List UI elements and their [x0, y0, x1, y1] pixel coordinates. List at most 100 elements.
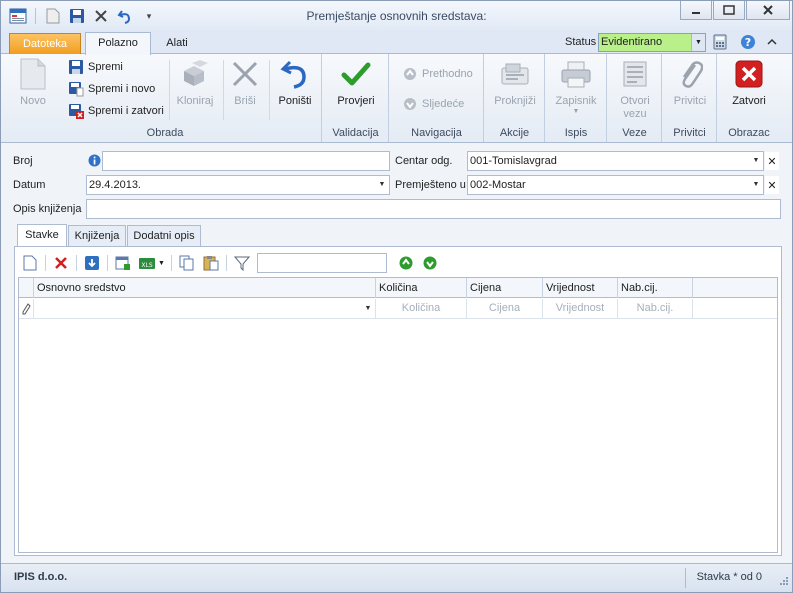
- broj-field[interactable]: [102, 151, 390, 171]
- collapse-ribbon-icon[interactable]: [767, 36, 777, 48]
- proknjizi-button[interactable]: Proknjiži: [491, 58, 539, 108]
- grid-header: Osnovno sredstvo Količina Cijena Vrijedn…: [19, 278, 777, 298]
- new-row-icon[interactable]: [21, 254, 39, 272]
- sljedece-button[interactable]: Sljedeće: [402, 94, 464, 114]
- ponisti-label: Poništi: [278, 95, 312, 107]
- zapisnik-button[interactable]: Zapisnik ▼: [550, 58, 602, 116]
- group-obrazac: Zatvori Obrazac: [718, 54, 780, 142]
- spremi-i-novo-button[interactable]: Spremi i novo: [68, 79, 155, 99]
- zatvori-button[interactable]: Zatvori: [726, 58, 772, 108]
- premjesteno-combo[interactable]: 002-Mostar ▼: [467, 175, 764, 195]
- status-dropdown[interactable]: Evidentirano ▼: [598, 33, 706, 52]
- col-cijena[interactable]: Cijena: [467, 278, 543, 298]
- vrijednost-cell[interactable]: Vrijednost: [543, 299, 618, 319]
- spremi-i-novo-label: Spremi i novo: [88, 83, 156, 95]
- divider: [223, 60, 224, 120]
- opis-field[interactable]: [86, 199, 781, 219]
- divider: [107, 255, 108, 271]
- spremi-i-zatvori-button[interactable]: Spremi i zatvori: [68, 101, 164, 121]
- novo-button[interactable]: Novo: [15, 58, 51, 108]
- move-up-icon[interactable]: [397, 254, 415, 272]
- calculator-icon[interactable]: [713, 34, 727, 53]
- clear-premjesteno-icon[interactable]: ✕: [765, 176, 779, 194]
- move-down-icon[interactable]: [421, 254, 439, 272]
- printer-icon: [560, 58, 592, 90]
- clear-centar-icon[interactable]: ✕: [765, 152, 779, 170]
- arrow-up-icon: [402, 66, 418, 82]
- col-nab-cij[interactable]: Nab.cij.: [618, 278, 693, 298]
- nab-cij-cell[interactable]: Nab.cij.: [618, 299, 693, 319]
- vezu-label: vezu: [623, 108, 647, 120]
- broj-label: Broj: [13, 155, 33, 167]
- kloniraj-button[interactable]: Kloniraj: [173, 58, 217, 108]
- prethodno-button[interactable]: Prethodno: [402, 64, 473, 84]
- arrow-down-icon: [402, 96, 418, 112]
- col-vrijednost[interactable]: Vrijednost: [543, 278, 618, 298]
- spremi-button[interactable]: Spremi: [68, 57, 123, 77]
- group-label: Akcije: [499, 127, 530, 139]
- provjeri-label: Provjeri: [337, 95, 375, 107]
- tab-knjizenja[interactable]: Knjiženja: [68, 225, 126, 246]
- col-osnovno-sredstvo[interactable]: Osnovno sredstvo: [34, 278, 376, 298]
- divider: [45, 255, 46, 271]
- export-excel-icon[interactable]: XLS: [138, 254, 156, 272]
- tab-tools[interactable]: Alati: [155, 33, 199, 54]
- close-window-icon[interactable]: [746, 1, 790, 20]
- premjesteno-label: Premješteno u: [395, 179, 466, 191]
- brisi-button[interactable]: Briši: [227, 58, 263, 108]
- delete-row-icon[interactable]: [52, 254, 70, 272]
- tab-home[interactable]: Polazno: [85, 32, 151, 55]
- kolicina-cell[interactable]: Količina: [376, 299, 467, 319]
- import-icon[interactable]: [83, 254, 101, 272]
- datum-field[interactable]: 29.4.2013. ▼: [86, 175, 390, 195]
- minimize-icon[interactable]: [680, 1, 712, 20]
- check-icon: [340, 58, 372, 90]
- resize-grip-icon[interactable]: [779, 576, 789, 589]
- sljedece-label: Sljedeće: [422, 98, 465, 110]
- tab-dodatni-opis[interactable]: Dodatni opis: [127, 225, 201, 246]
- datum-value: 29.4.2013.: [89, 179, 141, 191]
- help-icon[interactable]: ?: [740, 34, 756, 53]
- chevron-down-icon[interactable]: ▼: [158, 260, 165, 267]
- title-bar: ▾ Premještanje osnovnih sredstava:: [1, 1, 792, 31]
- close-icon: [733, 58, 765, 90]
- chevron-down-icon[interactable]: ▼: [749, 176, 763, 194]
- stavke-panel: XLS ▼ Osnovno sredstvo Količina Cijena V…: [14, 246, 782, 556]
- tab-stavke[interactable]: Stavke: [17, 224, 67, 246]
- app-window: ▾ Premještanje osnovnih sredstava: Datot…: [0, 0, 793, 593]
- chevron-down-icon[interactable]: ▼: [361, 299, 375, 318]
- novo-label: Novo: [20, 95, 46, 107]
- ribbon-tabs: Datoteka Polazno Alati Status Evidentira…: [1, 31, 792, 55]
- grid-search-input[interactable]: [256, 253, 387, 273]
- centar-combo[interactable]: 001-Tomislavgrad ▼: [467, 151, 764, 171]
- paste-icon[interactable]: [202, 254, 220, 272]
- otvori-vezu-button[interactable]: Otvori vezu: [612, 58, 658, 121]
- tab-file[interactable]: Datoteka: [9, 33, 81, 54]
- maximize-icon[interactable]: [713, 1, 745, 20]
- filter-icon[interactable]: [233, 254, 251, 272]
- table-edit-icon[interactable]: [114, 254, 132, 272]
- chevron-down-icon[interactable]: ▼: [375, 176, 389, 194]
- kloniraj-label: Kloniraj: [176, 95, 214, 107]
- svg-text:?: ?: [745, 36, 751, 49]
- status-value: Evidentirano: [601, 36, 663, 48]
- delete-icon: [229, 58, 261, 90]
- ribbon: Novo Spremi Spremi i novo Spremi i zatvo…: [1, 54, 792, 143]
- copy-icon[interactable]: [178, 254, 196, 272]
- window-title: Premještanje osnovnih sredstava:: [306, 9, 487, 23]
- privitci-button[interactable]: Privitci: [667, 58, 713, 108]
- post-icon: [499, 58, 531, 90]
- status-bar: IPIS d.o.o. Stavka * od 0: [1, 563, 792, 592]
- ponisti-button[interactable]: Poništi: [275, 58, 315, 108]
- provjeri-button[interactable]: Provjeri: [331, 58, 381, 108]
- col-kolicina[interactable]: Količina: [376, 278, 467, 298]
- save-new-icon: [68, 81, 84, 97]
- chevron-down-icon[interactable]: ▼: [749, 152, 763, 170]
- chevron-down-icon[interactable]: ▼: [691, 34, 705, 51]
- new-item-row[interactable]: ▼ Količina Cijena Vrijednost Nab.cij.: [19, 299, 777, 319]
- group-privitci: Privitci Privitci: [663, 54, 717, 142]
- window-controls: [680, 1, 790, 20]
- osnovno-sredstvo-cell[interactable]: ▼: [34, 299, 376, 319]
- brisi-label: Briši: [234, 95, 256, 107]
- cijena-cell[interactable]: Cijena: [467, 299, 543, 319]
